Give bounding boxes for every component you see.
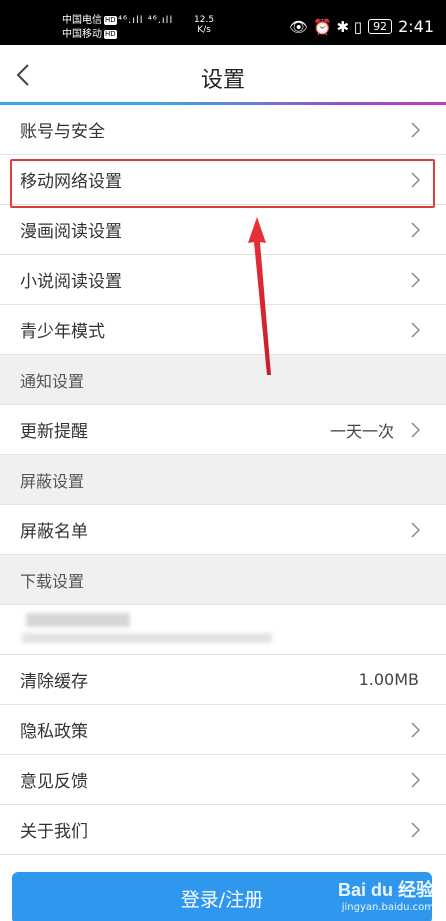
row-label: 屏蔽名单 <box>20 522 88 542</box>
baidu-watermark-logo: Bai du 经验 jingyan.baidu.com <box>338 876 434 913</box>
chevron-right-icon <box>411 772 420 788</box>
chevron-right-icon <box>411 172 420 188</box>
row-label: 移动网络设置 <box>20 172 122 192</box>
row-label: 隐私政策 <box>20 722 88 742</box>
row-block-list[interactable]: 屏蔽名单 <box>0 505 446 555</box>
status-bar: 中国电信 HD 中国移动 HD ⁴⁶.ıll ⁴⁶.ıll 12.5 K/s 👁 ⏰… <box>0 0 446 45</box>
clock: 2:41 <box>398 17 434 36</box>
chevron-right-icon <box>411 222 420 238</box>
row-novel-reading[interactable]: 小说阅读设置 <box>0 255 446 305</box>
row-about-us[interactable]: 关于我们 <box>0 805 446 855</box>
hd-badge: HD <box>104 29 117 39</box>
chevron-right-icon <box>411 422 420 438</box>
section-notify: 通知设置 <box>0 355 446 405</box>
row-label: 账号与安全 <box>20 122 105 142</box>
section-label: 屏蔽设置 <box>20 471 85 491</box>
hd-badge: HD <box>104 15 117 25</box>
login-button-label: 登录/注册 <box>180 888 264 911</box>
status-icons-group: 👁 ⏰ ✱ ▯ <box>289 17 363 36</box>
carrier-info: 中国电信 HD 中国移动 HD <box>62 14 117 42</box>
carrier-1: 中国电信 <box>62 15 102 26</box>
chevron-right-icon <box>411 122 420 138</box>
annotation-arrow-icon <box>248 217 271 375</box>
speed-value: 12.5 <box>194 15 215 25</box>
row-download-path[interactable] <box>0 605 446 655</box>
chevron-right-icon <box>411 722 420 738</box>
row-label: 漫画阅读设置 <box>20 222 122 242</box>
row-teen-mode[interactable]: 青少年模式 <box>0 305 446 355</box>
row-comic-reading[interactable]: 漫画阅读设置 <box>0 205 446 255</box>
section-label: 通知设置 <box>20 371 85 391</box>
row-label: 清除缓存 <box>20 672 88 692</box>
network-speed: 12.5 K/s <box>194 15 214 35</box>
speed-unit: K/s <box>197 25 211 35</box>
row-mobile-network[interactable]: 移动网络设置 <box>0 155 446 205</box>
settings-list: 账号与安全 移动网络设置 漫画阅读设置 小说阅读设置 青少年模式 通知设置 更新… <box>0 105 446 855</box>
row-account-security[interactable]: 账号与安全 <box>0 105 446 155</box>
page-title: 设置 <box>200 68 245 93</box>
chevron-right-icon <box>411 822 420 838</box>
row-update-reminder[interactable]: 更新提醒 一天一次 <box>0 405 446 455</box>
chevron-right-icon <box>411 522 420 538</box>
row-value: 1.00MB <box>358 670 419 689</box>
carrier-2: 中国移动 <box>62 29 102 40</box>
signal-icon: ⁴⁶.ıll ⁴⁶.ıll <box>118 15 174 26</box>
row-clear-cache[interactable]: 清除缓存 1.00MB <box>0 655 446 705</box>
row-label: 关于我们 <box>20 822 88 842</box>
row-label: 意见反馈 <box>20 772 88 792</box>
blurred-text <box>22 633 272 643</box>
blurred-text <box>26 613 130 627</box>
section-block: 屏蔽设置 <box>0 455 446 505</box>
row-label: 更新提醒 <box>20 422 88 442</box>
watermark-url: jingyan.baidu.com <box>341 902 434 913</box>
watermark-brand: Bai du 经验 <box>337 880 434 900</box>
row-label: 小说阅读设置 <box>20 272 122 292</box>
chevron-right-icon <box>411 272 420 288</box>
row-value: 一天一次 <box>329 421 394 441</box>
row-privacy-policy[interactable]: 隐私政策 <box>0 705 446 755</box>
section-label: 下载设置 <box>20 571 85 591</box>
header: 设置 <box>0 45 446 105</box>
chevron-right-icon <box>411 322 420 338</box>
row-feedback[interactable]: 意见反馈 <box>0 755 446 805</box>
section-download: 下载设置 <box>0 555 446 605</box>
battery-icon: 92 <box>368 19 393 34</box>
status-icons: 👁 ⏰ ✱ ▯ 92 2:41 <box>289 17 434 36</box>
row-label: 青少年模式 <box>20 322 105 342</box>
